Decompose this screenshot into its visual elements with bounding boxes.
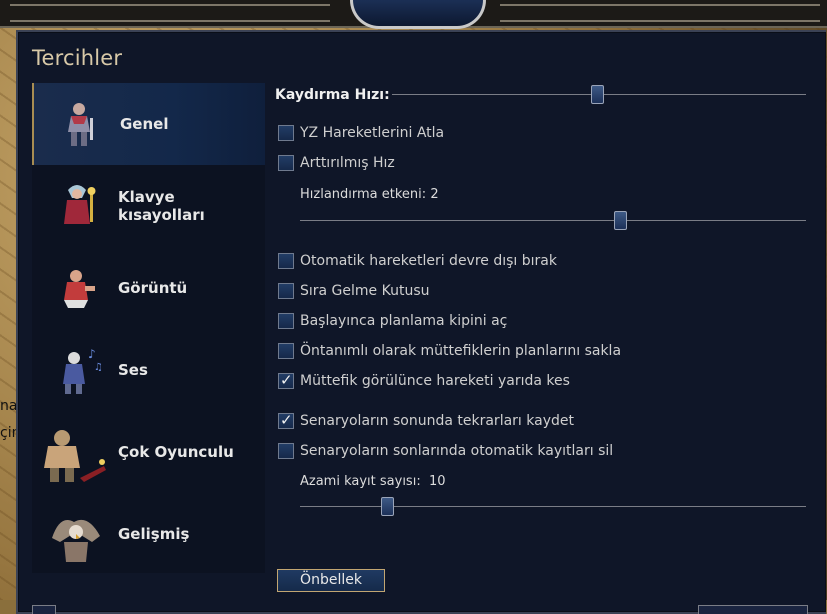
acceleration-factor-value: 2: [430, 187, 439, 202]
checkbox-box[interactable]: [278, 125, 294, 141]
sidebar-item-label: Çok Oyunculu: [118, 443, 234, 461]
hide-ally-plans-checkbox[interactable]: Öntanımlı olarak müttefiklerin planların…: [278, 342, 621, 360]
start-planning-mode-checkbox[interactable]: Başlayınca planlama kipini aç: [278, 312, 507, 330]
checkbox-label: Başlayınca planlama kipini aç: [300, 313, 508, 329]
bottom-left-control[interactable]: [32, 605, 56, 614]
acceleration-factor-slider-track[interactable]: [300, 220, 806, 221]
acceleration-factor-label: Hızlandırma etkeni: 2: [300, 187, 439, 202]
mage-sprite-icon: [52, 180, 104, 232]
ogre-sprite-icon: [40, 426, 112, 482]
checkbox-label: Öntanımlı olarak müttefiklerin planların…: [300, 343, 622, 359]
crest-emblem-icon: [350, 0, 486, 29]
checkbox-box[interactable]: [278, 283, 294, 299]
sidebar-item-klavye-kisayollari[interactable]: Klavye kısayolları: [32, 165, 265, 247]
checkbox-box[interactable]: [278, 371, 294, 389]
checkbox-label: Sıra Gelme Kutusu: [300, 283, 430, 299]
gryphon-sprite-icon: [46, 508, 106, 562]
interrupt-on-ally-checkbox[interactable]: Müttefik görülünce hareketi yarıda kes: [278, 371, 570, 390]
skip-ai-moves-checkbox[interactable]: YZ Hareketlerini Atla: [278, 124, 444, 142]
acceleration-factor-text: Hızlandırma etkeni:: [300, 187, 427, 202]
fighter-sprite-icon: [52, 262, 104, 314]
sidebar-item-goruntu[interactable]: Görüntü: [32, 247, 265, 329]
sidebar-item-label: Görüntü: [118, 279, 188, 297]
checkbox-label: Müttefik görülünce hareketi yarıda kes: [300, 373, 570, 389]
dialog-title: Tercihler: [32, 46, 123, 70]
checkbox-label: YZ Hareketlerini Atla: [300, 125, 445, 141]
sidebar-item-cok-oyunculu[interactable]: Çok Oyunculu: [32, 411, 265, 493]
checkbox-label: Senaryoların sonunda tekrarları kaydet: [300, 413, 574, 429]
sidebar-item-label: Genel: [120, 115, 169, 133]
svg-text:♫: ♫: [94, 362, 103, 373]
preferences-dialog: Tercihler Genel Klavye kısayolları Görün…: [16, 30, 826, 614]
max-saves-value: 10: [428, 474, 446, 489]
svg-text:♪: ♪: [88, 347, 96, 361]
checkbox-box[interactable]: [278, 253, 294, 269]
checkbox-box[interactable]: [278, 411, 294, 429]
checkbox-box[interactable]: [278, 155, 294, 171]
disable-auto-moves-checkbox[interactable]: Otomatik hareketleri devre dışı bırak: [278, 252, 557, 270]
max-saves-label: Azami kayıt sayısı: 10: [300, 474, 446, 489]
sidebar-item-label: Klavye kısayolları: [118, 188, 205, 224]
checkbox-box[interactable]: [278, 443, 294, 459]
scroll-speed-label: Kaydırma Hızı:: [275, 87, 390, 103]
general-settings-panel: Kaydırma Hızı: YZ Hareketlerini Atla Art…: [274, 80, 814, 592]
checkbox-label: Arttırılmış Hız: [300, 155, 395, 171]
knot-pattern-left: [10, 4, 330, 22]
bottom-right-button-edge[interactable]: [698, 605, 808, 614]
sidebar-item-genel[interactable]: Genel: [32, 83, 265, 165]
turn-dialog-checkbox[interactable]: Sıra Gelme Kutusu: [278, 282, 430, 300]
scroll-speed-slider-thumb[interactable]: [591, 85, 604, 104]
checkbox-label: Senaryoların sonlarında otomatik kayıtla…: [300, 443, 614, 459]
cache-button[interactable]: Önbellek: [277, 569, 385, 592]
bard-sprite-icon: ♪ ♫: [52, 344, 104, 396]
max-saves-text: Azami kayıt sayısı:: [300, 474, 421, 489]
sidebar-item-label: Ses: [118, 361, 148, 379]
checkbox-box[interactable]: [278, 343, 294, 359]
sidebar-item-label: Gelişmiş: [118, 525, 190, 543]
max-saves-slider-thumb[interactable]: [381, 497, 394, 516]
knot-pattern-right: [500, 4, 820, 22]
acceleration-factor-slider-thumb[interactable]: [614, 211, 627, 230]
sidebar-item-ses[interactable]: ♪ ♫ Ses: [32, 329, 265, 411]
accelerated-speed-checkbox[interactable]: Arttırılmış Hız: [278, 154, 395, 172]
delete-autosaves-checkbox[interactable]: Senaryoların sonlarında otomatik kayıtla…: [278, 442, 613, 460]
sidebar-item-gelismis[interactable]: Gelişmiş: [32, 493, 265, 575]
checkbox-box[interactable]: [278, 313, 294, 329]
max-saves-slider-track[interactable]: [300, 506, 806, 507]
save-replays-checkbox[interactable]: Senaryoların sonunda tekrarları kaydet: [278, 411, 574, 430]
knight-sprite-icon: [54, 98, 106, 150]
category-sidebar: Genel Klavye kısayolları Görüntü ♪ ♫ Ses…: [32, 83, 265, 573]
checkbox-label: Otomatik hareketleri devre dışı bırak: [300, 253, 557, 269]
